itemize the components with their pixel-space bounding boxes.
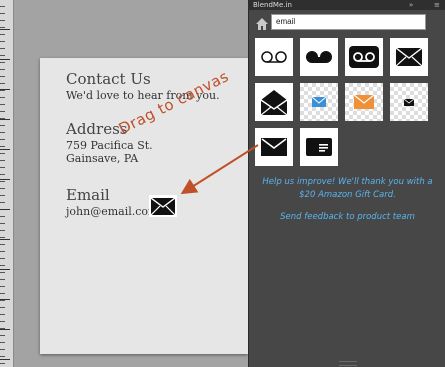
panel-menu-icon[interactable]: ≡ [434,0,440,10]
panel-titlebar: BlendMe.in » ≡ [249,0,445,10]
design-canvas[interactable]: Contact Us We'd love to hear from you. A… [0,0,248,367]
email-heading: Email [66,186,110,204]
envelope-filled-icon[interactable] [390,38,428,76]
envelope-open-icon[interactable] [255,83,293,121]
voicemail-boxed-icon[interactable] [345,38,383,76]
address-line-1: 759 Pacifica St. [66,139,153,152]
search-input[interactable]: email [271,14,426,30]
email-value: john@email.com [66,205,159,218]
address-line-2: Gainsave, PA [66,152,139,165]
home-icon[interactable] [255,16,269,30]
voicemail-outline-icon[interactable] [255,38,293,76]
promo-line-2: $20 Amazon Gift Card. [299,190,396,200]
envelope-small-icon[interactable] [390,83,428,121]
collapse-icon[interactable]: » [409,0,413,10]
promo-line-1: Help us improve! We'll thank you with a [262,177,433,187]
contact-heading: Contact Us [66,70,151,88]
artboard[interactable]: Contact Us We'd love to hear from you. A… [40,58,248,354]
feedback-link[interactable]: Send feedback to product team [249,212,445,222]
voicemail-filled-icon[interactable] [300,38,338,76]
panel-title: BlendMe.in [253,1,292,9]
panel-resize-grip[interactable] [339,361,357,366]
blendme-panel: BlendMe.in » ≡ email Help us improve! We… [248,0,445,367]
placed-envelope-icon[interactable] [149,195,177,217]
envelope-blue-icon[interactable] [300,83,338,121]
card-icon[interactable] [300,128,338,166]
envelope-outline-icon[interactable] [255,128,293,166]
vertical-ruler-major-ticks [0,0,13,367]
envelope-orange-icon[interactable] [345,83,383,121]
